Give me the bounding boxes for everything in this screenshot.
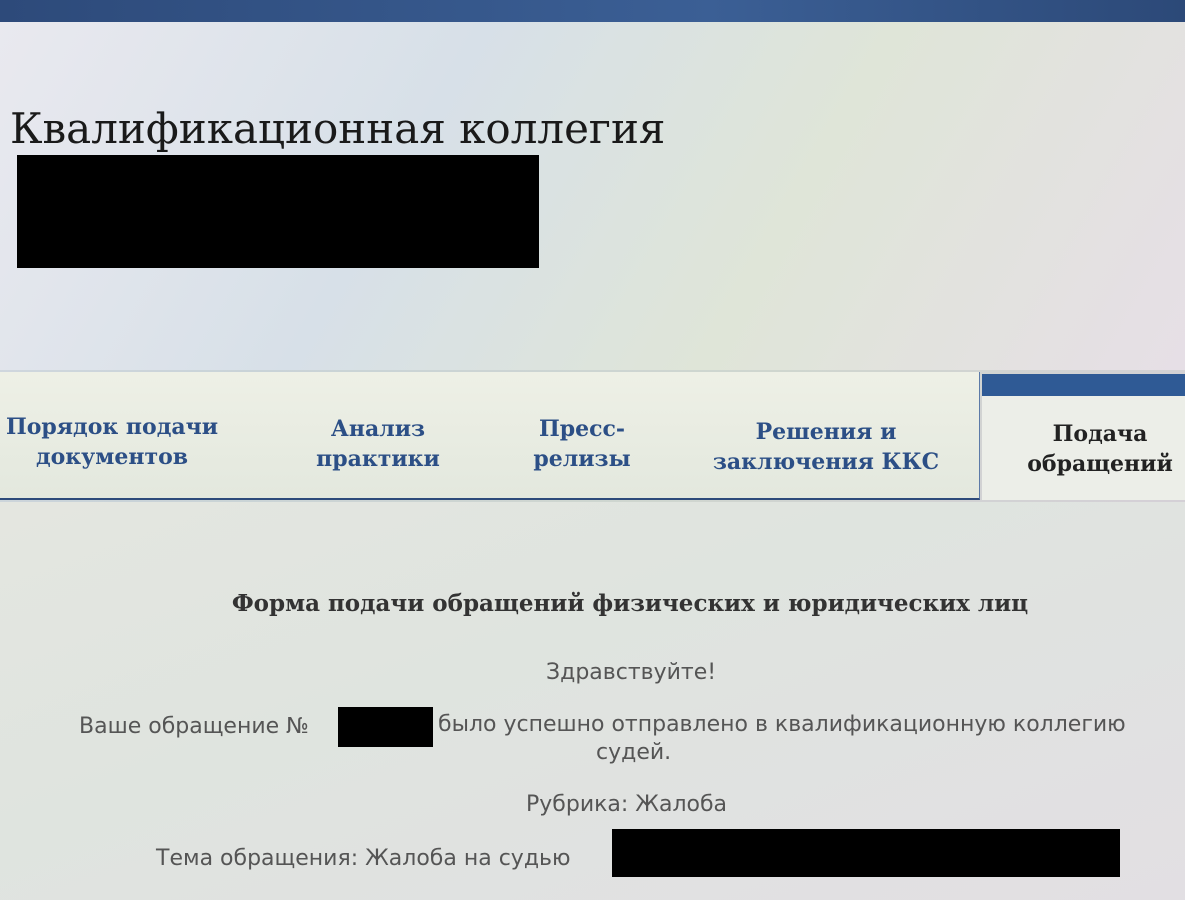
tab-label-line1: Решения и bbox=[755, 419, 897, 445]
message-prefix: Ваше обращение № bbox=[79, 714, 310, 739]
top-strip bbox=[0, 0, 1185, 22]
site-title: Квалификационная коллегия bbox=[10, 104, 666, 153]
form-title: Форма подачи обращений физических и юрид… bbox=[231, 590, 1029, 617]
browser-viewport: Квалификационная коллегия Порядок подачи… bbox=[0, 0, 1185, 900]
tab-label-line2: релизы bbox=[533, 446, 631, 472]
tab-label-line1: Порядок подачи bbox=[5, 414, 219, 440]
tab-label-line2: обращений bbox=[1027, 451, 1173, 477]
tab-decisions[interactable]: Решения и заключения ККС bbox=[700, 417, 952, 477]
content-area: Форма подачи обращений физических и юрид… bbox=[0, 502, 1185, 900]
active-tab-accent bbox=[982, 374, 1185, 396]
redacted-judge-name bbox=[612, 829, 1120, 877]
message-suffix: было успешно отправлено в квалификационн… bbox=[438, 712, 1126, 737]
main-nav: Порядок подачи документов Анализ практик… bbox=[0, 372, 1185, 502]
tab-submission-procedure[interactable]: Порядок подачи документов bbox=[0, 412, 230, 472]
tab-label-line1: Анализ bbox=[330, 416, 426, 442]
tab-label-line2: практики bbox=[316, 446, 440, 472]
tab-label-line2: заключения ККС bbox=[712, 449, 940, 475]
rubric-text: Рубрика: Жалоба bbox=[526, 792, 728, 817]
tab-press-releases[interactable]: Пресс- релизы bbox=[522, 414, 642, 474]
redacted-title-block bbox=[17, 155, 539, 268]
subject-text: Тема обращения: Жалоба на судью bbox=[156, 846, 571, 871]
tab-submit-appeals[interactable]: Подача обращений bbox=[1010, 419, 1185, 479]
greeting-text: Здравствуйте! bbox=[546, 660, 717, 685]
tab-label-line2: документов bbox=[35, 444, 189, 470]
tab-label-line1: Пресс- bbox=[538, 416, 626, 442]
redacted-appeal-number bbox=[338, 707, 433, 747]
tab-practice-analysis[interactable]: Анализ практики bbox=[298, 414, 458, 474]
tab-label-line1: Подача bbox=[1052, 421, 1148, 447]
message-line2: судей. bbox=[596, 740, 672, 765]
